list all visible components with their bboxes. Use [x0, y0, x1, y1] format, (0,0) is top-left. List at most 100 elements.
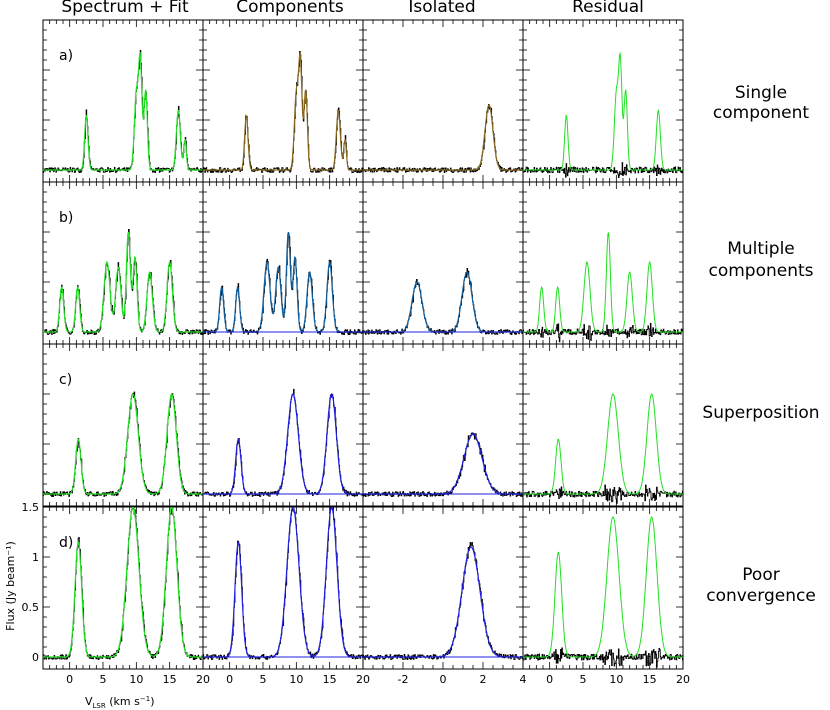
- x-tick-label: 15: [163, 673, 177, 686]
- y-tick-label: 0.5: [22, 601, 40, 614]
- panel-4-4: 0 5 10 15 20: [522, 506, 690, 686]
- spectrum-line: [43, 391, 203, 497]
- x-tick-label: 20: [196, 673, 210, 686]
- fit-line: [43, 51, 203, 171]
- x-tick-label: 10: [609, 673, 623, 686]
- series-group: [523, 516, 683, 668]
- spectrum-line: [363, 103, 523, 173]
- panel-3-3: [362, 343, 524, 507]
- column-title-components: Components: [236, 0, 344, 17]
- x-axis-label: VLSR (km s−1): [85, 695, 154, 710]
- fit-line: [43, 507, 203, 658]
- x-tick-label: -2: [398, 673, 409, 686]
- spectrum-line: [363, 541, 523, 660]
- spectrum-line: [203, 388, 363, 497]
- panel-2-3: [202, 343, 364, 507]
- fit-line: [43, 231, 203, 333]
- series-group: [523, 232, 683, 343]
- panel-frame: [522, 343, 684, 507]
- panel-label: b): [59, 210, 73, 226]
- series-group: [43, 391, 203, 497]
- series-group: [363, 103, 523, 173]
- fit-line: [523, 51, 683, 171]
- x-tick-label: 5: [260, 673, 267, 686]
- series-group: [43, 49, 203, 173]
- column-title-isolated: Isolated: [408, 0, 475, 17]
- fit-line: [523, 232, 683, 333]
- row-label-multiple-line1: Multiple: [727, 239, 795, 259]
- panel-label: d): [59, 535, 73, 551]
- spectrum-line: [43, 507, 203, 660]
- fit-line: [203, 231, 363, 333]
- fit-line: [363, 104, 523, 171]
- row-label-superposition: Superposition: [702, 403, 819, 423]
- panel-grid: a) b) c) 0 5 10 15 20 0 0.5 1 1.5 d) 0 5 10 15 20 -2 0 2 4 0 5 1…: [22, 19, 690, 686]
- series-group: [363, 541, 523, 660]
- row-label-poor-line1: Poor: [742, 565, 779, 585]
- x-tick-label: 0: [440, 673, 447, 686]
- x-tick-label: 15: [643, 673, 657, 686]
- panel-frame: [362, 506, 524, 670]
- residual-line: [523, 647, 683, 668]
- y-tick-label: 0: [32, 651, 39, 664]
- series-group: [43, 507, 203, 660]
- fit-line: [363, 546, 523, 658]
- series-group: [203, 231, 363, 335]
- fit-line: [203, 507, 363, 658]
- fit-line: [523, 516, 683, 658]
- panel-3-2: [362, 181, 524, 345]
- panel-1-1: a): [42, 19, 204, 183]
- panel-4-1: [522, 19, 684, 183]
- panel-frame: [522, 181, 684, 345]
- panel-2-2: [202, 181, 364, 345]
- x-tick-label: 0: [226, 673, 233, 686]
- x-tick-label: 5: [580, 673, 587, 686]
- spectrum-line: [203, 233, 363, 335]
- panel-frame: [202, 181, 364, 345]
- x-tick-label: 15: [323, 673, 337, 686]
- row-label-poor-line2: convergence: [706, 586, 816, 606]
- series-group: [523, 51, 683, 178]
- fit-line: [363, 433, 523, 495]
- series-group: [363, 267, 523, 335]
- x-tick-label: 10: [129, 673, 143, 686]
- spectral-fit-figure: Spectrum + Fit Components Isolated Resid…: [4, 0, 820, 710]
- x-tick-label: 5: [100, 673, 107, 686]
- panel-1-4: 0 5 10 15 20 0 0.5 1 1.5 d): [22, 501, 211, 686]
- panel-label: a): [59, 48, 73, 64]
- fit-line: [203, 51, 363, 171]
- column-title-residual: Residual: [572, 0, 644, 17]
- spectrum-line: [363, 432, 523, 497]
- panel-3-1: [362, 19, 524, 183]
- panel-1-3: c): [42, 343, 204, 507]
- panel-frame: [202, 506, 364, 670]
- panel-1-2: b): [42, 181, 204, 345]
- panel-frame: [362, 343, 524, 507]
- panel-frame: [522, 506, 684, 670]
- series-group: [203, 51, 363, 173]
- fit-line: [523, 393, 683, 495]
- panel-label: c): [59, 372, 72, 388]
- panel-3-4: -2 0 2 4: [362, 506, 527, 686]
- panel-frame: [42, 19, 204, 183]
- x-tick-label: 10: [289, 673, 303, 686]
- series-group: [43, 228, 203, 335]
- fit-line: [203, 392, 363, 495]
- panel-4-3: [522, 343, 684, 507]
- y-axis-label: Flux (Jy beam⁻¹): [4, 541, 17, 631]
- fit-line: [43, 392, 203, 495]
- series-group: [363, 432, 523, 497]
- series-group: [203, 388, 363, 497]
- x-tick-label: 4: [520, 673, 527, 686]
- panel-frame: [362, 181, 524, 345]
- row-label-single-line2: component: [713, 103, 810, 123]
- panel-frame: [42, 506, 204, 670]
- y-tick-label: 1: [32, 551, 39, 564]
- series-group: [203, 507, 363, 660]
- row-label-single-line1: Single: [735, 83, 787, 103]
- panel-4-2: [522, 181, 684, 345]
- column-title-spectrum-fit: Spectrum + Fit: [61, 0, 189, 17]
- spectrum-line: [203, 507, 363, 660]
- panel-frame: [202, 19, 364, 183]
- y-tick-label: 1.5: [22, 501, 40, 514]
